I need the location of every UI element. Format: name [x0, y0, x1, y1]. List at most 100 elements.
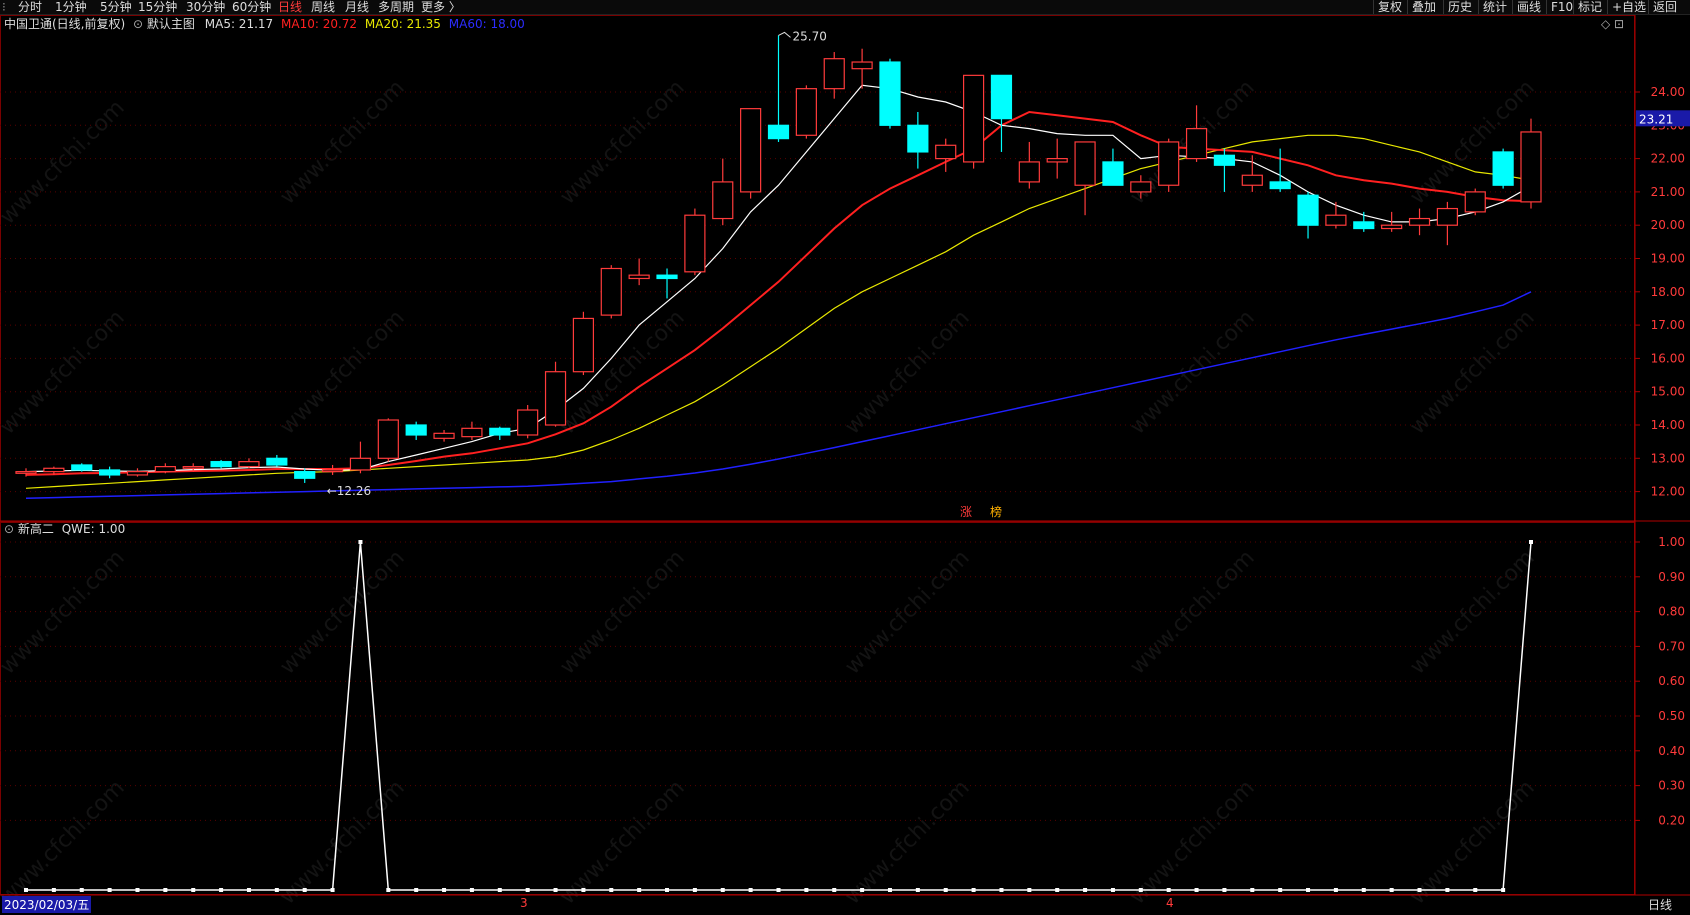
candle-body [1353, 221, 1375, 230]
period-tab-15min[interactable]: 15分钟 [138, 0, 177, 14]
sub-tick-label: 0.30 [1658, 779, 1685, 793]
qwe-point [748, 888, 753, 892]
candle [544, 361, 567, 427]
period-label: 日线 [1648, 898, 1673, 912]
qwe-point [414, 888, 419, 892]
candle-body [405, 424, 427, 436]
candle-body [210, 461, 232, 468]
mark-button[interactable]: 标记 [1573, 0, 1606, 14]
candle [71, 463, 93, 472]
candle [851, 48, 873, 89]
candle-body [15, 471, 37, 474]
price-tick-label: 17.00 [1651, 318, 1685, 332]
period-tab-1min[interactable]: 1分钟 [55, 0, 87, 14]
candle [1213, 148, 1236, 192]
ma10-line [25, 110, 1532, 476]
candle [266, 454, 288, 467]
candle-body [1436, 207, 1458, 226]
rank-list-tag: 榜 [990, 504, 1002, 519]
period-tab-multi[interactable]: 多周期 [378, 0, 414, 14]
qwe-point [915, 888, 920, 892]
candle [1520, 118, 1542, 209]
sub-chart-frame [0, 522, 1635, 895]
candle [1353, 211, 1375, 232]
candle-body [600, 267, 622, 316]
candle [1158, 138, 1180, 192]
period-tab-5min[interactable]: 5分钟 [100, 0, 132, 14]
back-button[interactable]: 返回 [1648, 0, 1681, 14]
candle [795, 85, 817, 139]
candle [1074, 141, 1096, 216]
qwe-point [386, 888, 391, 892]
qwe-point [1361, 888, 1366, 892]
qwe-point [358, 540, 363, 544]
add-watchlist-button[interactable]: +自选 [1607, 0, 1650, 14]
qwe-point [1250, 888, 1255, 892]
sub-tick-label: 0.70 [1658, 639, 1685, 653]
candle-body [656, 274, 678, 280]
history-button[interactable]: 历史 [1443, 0, 1476, 14]
candle [99, 466, 121, 479]
candle [740, 108, 762, 199]
qwe-point [1501, 888, 1506, 892]
qwe-point [971, 888, 976, 892]
draw-line-button[interactable]: 画线 [1512, 0, 1545, 14]
candle [1297, 191, 1319, 239]
candle-body [851, 61, 873, 70]
candle [489, 426, 511, 440]
qwe-point [1389, 888, 1394, 892]
candle-body [1297, 194, 1319, 226]
period-tab-monthly[interactable]: 月线 [345, 0, 369, 14]
qwe-point [1027, 888, 1032, 892]
candle [1325, 201, 1347, 229]
qwe-point [442, 888, 447, 892]
period-tab-weekly[interactable]: 周线 [311, 0, 335, 14]
qwe-point [1083, 888, 1088, 892]
kline-chart[interactable]: 24.0023.0022.0021.0020.0019.0018.0017.00… [0, 15, 1690, 915]
qwe-point [246, 888, 251, 892]
period-toolbar: ⁝ 分时 1分钟 5分钟 15分钟 30分钟 60分钟 日线 周线 月线 多周期… [0, 0, 1690, 15]
candle-body [1213, 154, 1236, 166]
period-tab-30min[interactable]: 30分钟 [186, 0, 225, 14]
candle-body [795, 88, 817, 136]
low-price-label: ←12.26 [327, 484, 371, 498]
qwe-point [79, 888, 84, 892]
period-tab-daily[interactable]: 日线 [278, 0, 302, 14]
candle-body [71, 464, 93, 471]
candle [712, 158, 734, 226]
candle-body [489, 427, 511, 436]
qwe-point [887, 888, 892, 892]
statistics-button[interactable]: 统计 [1478, 0, 1511, 14]
candle-body [433, 432, 455, 439]
candle-body [1492, 151, 1514, 186]
candle-body [1381, 224, 1403, 230]
month-marker: 3 [520, 896, 528, 910]
candle-body [740, 108, 762, 193]
qwe-point [832, 888, 837, 892]
restore-rights-button[interactable]: 复权 [1373, 0, 1406, 14]
candle-body [1520, 131, 1542, 203]
candle [433, 429, 455, 442]
candle-body [684, 214, 706, 273]
price-tick-label: 18.00 [1651, 285, 1685, 299]
candle-body [628, 274, 650, 280]
qwe-point [720, 888, 725, 892]
qwe-point [135, 888, 140, 892]
qwe-point [497, 888, 502, 892]
qwe-point [302, 888, 307, 892]
month-marker: 4 [1166, 896, 1174, 910]
current-price-label: 23.21 [1639, 112, 1673, 126]
candle [238, 458, 260, 469]
candle [321, 464, 344, 475]
overlay-button[interactable]: 叠加 [1407, 0, 1440, 14]
period-tab-60min[interactable]: 60分钟 [232, 0, 271, 14]
qwe-point [1222, 888, 1227, 892]
period-tab-more[interactable]: 更多 〉 [421, 0, 461, 14]
candle [1408, 208, 1431, 236]
candle-body [238, 461, 260, 468]
qwe-point [609, 888, 614, 892]
candle [1046, 138, 1068, 179]
period-tab-intraday[interactable]: 分时 [18, 0, 42, 14]
qwe-point [665, 888, 670, 892]
qwe-point [1278, 888, 1283, 892]
